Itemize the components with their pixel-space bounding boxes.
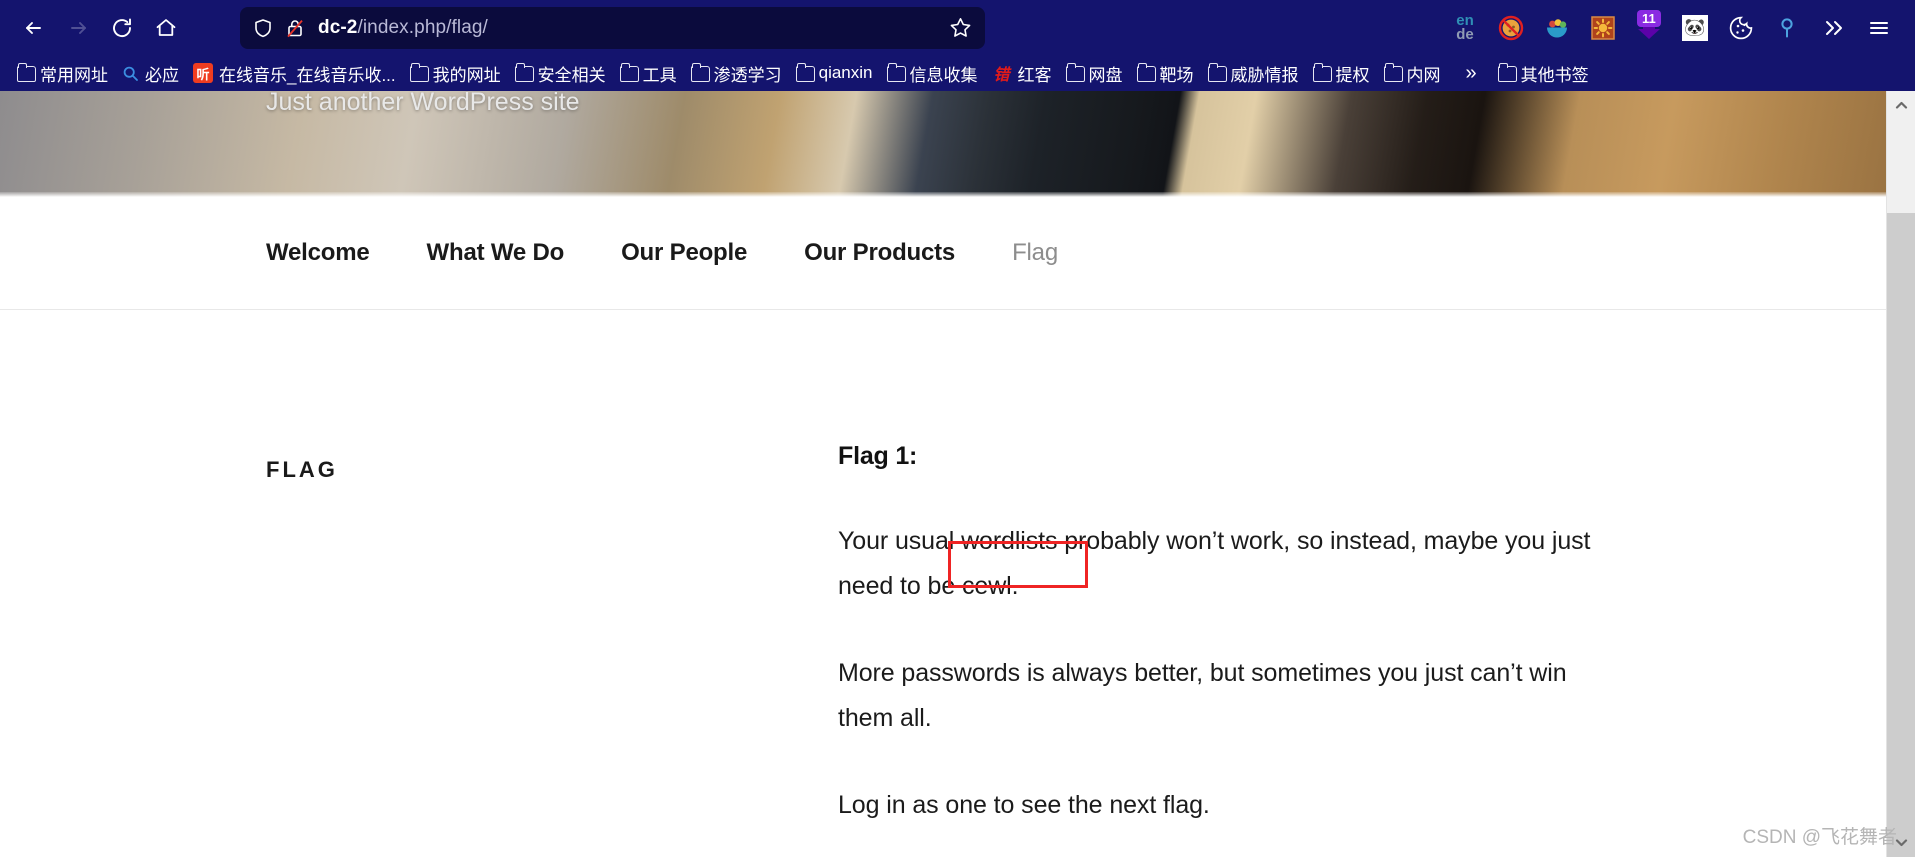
bookmark-label: 红客 <box>1017 65 1052 85</box>
bookmarks-overflow-chevron-icon[interactable]: » <box>1466 62 1477 85</box>
flag-paragraph-1: Your usual wordlists probably won’t work… <box>838 527 1591 600</box>
orange-sun-extension-icon[interactable] <box>1583 8 1623 48</box>
bookmark-item-gongju[interactable]: 工具 <box>613 59 684 88</box>
bookmark-label: 提权 <box>1335 65 1370 85</box>
other-bookmarks-folder[interactable]: 其他书签 <box>1491 59 1596 88</box>
flag-paragraph-3: Log in as one to see the next flag. <box>838 791 1210 819</box>
bookmark-item-xinxishouji[interactable]: 信息收集 <box>880 59 985 88</box>
folder-icon <box>690 63 710 82</box>
content-left-column: FLAG <box>266 442 838 857</box>
page-title: FLAG <box>266 456 338 482</box>
site-nav-item-our-products[interactable]: Our Products <box>804 239 955 267</box>
folder-icon <box>795 63 815 82</box>
bookmark-item-biying[interactable]: 必应 <box>115 59 186 88</box>
site-nav-item-our-people[interactable]: Our People <box>621 239 747 267</box>
scrollbar-thumb[interactable] <box>1887 213 1915 857</box>
bookmark-item-changyongwangzhi[interactable]: 常用网址 <box>10 59 115 88</box>
page-canvas: Just another WordPress site Welcome What… <box>0 91 1886 857</box>
fruit-bowl-extension-icon[interactable] <box>1537 8 1577 48</box>
bookmark-item-wangpan[interactable]: 网盘 <box>1059 59 1130 88</box>
downloads-badge: 11 <box>1637 9 1661 27</box>
bookmark-item-hongke[interactable]: 错 红客 <box>985 59 1059 88</box>
folder-icon <box>1207 63 1227 82</box>
bookmark-item-weixieqingbao[interactable]: 威胁情报 <box>1201 59 1306 88</box>
csdn-watermark: CSDN @飞花舞者 <box>1742 827 1897 848</box>
location-pin-extension-icon[interactable] <box>1767 8 1807 48</box>
page-content: FLAG Flag 1: Your usual wordlists probab… <box>0 310 1886 857</box>
url-host: dc-2 <box>318 16 358 38</box>
search-icon <box>122 65 139 82</box>
bookmark-item-neiwang[interactable]: 内网 <box>1377 59 1448 88</box>
app-menu-button[interactable] <box>1859 8 1899 48</box>
hongke-icon: 错 <box>993 67 1010 84</box>
bookmark-label: 我的网址 <box>432 65 501 85</box>
site-tagline: Just another WordPress site <box>266 91 580 116</box>
bookmark-label: 在线音乐_在线音乐收... <box>219 65 396 85</box>
page-scrollbar[interactable] <box>1886 91 1915 857</box>
site-nav-item-flag[interactable]: Flag <box>1012 239 1058 267</box>
bookmark-label: 网盘 <box>1088 65 1123 85</box>
bookmark-label: 常用网址 <box>40 65 108 85</box>
reload-button[interactable] <box>100 6 144 50</box>
back-button[interactable] <box>12 6 56 50</box>
bookmark-label: 工具 <box>642 65 677 85</box>
toolbar-overflow-button[interactable] <box>1813 8 1853 48</box>
flag-paragraph-2: More passwords is always better, but som… <box>838 659 1567 732</box>
url-path: /index.php/flag/ <box>357 16 488 38</box>
folder-icon <box>886 63 906 82</box>
bookmark-label: 信息收集 <box>909 65 978 85</box>
site-nav-item-what-we-do[interactable]: What We Do <box>427 239 565 267</box>
cookie-extension-icon[interactable] <box>1721 8 1761 48</box>
panda-glyph: 🐼 <box>1682 14 1708 41</box>
bookmark-label: 威胁情报 <box>1230 65 1299 85</box>
browser-toolbar: dc-2/index.php/flag/ en de 11 🐼 <box>0 0 1915 55</box>
bookmark-item-wodewangzhi[interactable]: 我的网址 <box>403 59 508 88</box>
url-text[interactable]: dc-2/index.php/flag/ <box>318 17 940 39</box>
page-viewport: Just another WordPress site Welcome What… <box>0 91 1915 857</box>
bookmark-item-tiquan[interactable]: 提权 <box>1306 59 1377 88</box>
url-bar[interactable]: dc-2/index.php/flag/ <box>240 6 985 49</box>
bookmark-label: 靶场 <box>1159 65 1194 85</box>
bookmark-label: 渗透学习 <box>713 65 782 85</box>
shield-icon <box>252 17 274 39</box>
site-hero-banner: Just another WordPress site <box>0 91 1886 197</box>
folder-icon <box>1136 63 1156 82</box>
panda-extension-icon[interactable]: 🐼 <box>1675 8 1715 48</box>
ting-icon: 听 <box>193 63 213 83</box>
ende-translate-extension-icon[interactable]: en de <box>1445 8 1485 48</box>
bookmarks-bar: 常用网址 必应 听 在线音乐_在线音乐收... 我的网址 安全相关 工具 渗透学… <box>0 55 1915 91</box>
browser-chrome: dc-2/index.php/flag/ en de 11 🐼 常用网址 必应 … <box>0 0 1915 91</box>
bookmark-label: qianxin <box>818 63 873 82</box>
folder-icon <box>1065 63 1085 82</box>
site-navigation: Welcome What We Do Our People Our Produc… <box>0 197 1886 310</box>
bookmark-item-shentouxuexi[interactable]: 渗透学习 <box>684 59 789 88</box>
home-button[interactable] <box>144 6 188 50</box>
bookmark-item-anquanxiangguan[interactable]: 安全相关 <box>508 59 613 88</box>
bookmark-item-online-music[interactable]: 听 在线音乐_在线音乐收... <box>186 59 403 88</box>
folder-icon <box>1383 63 1403 82</box>
bookmark-label: 其他书签 <box>1520 65 1589 85</box>
forward-button[interactable] <box>56 6 100 50</box>
site-nav-item-welcome[interactable]: Welcome <box>266 239 370 267</box>
lock-crossed-icon[interactable] <box>284 17 306 39</box>
bookmark-item-bachang[interactable]: 靶场 <box>1130 59 1201 88</box>
folder-icon <box>514 63 534 82</box>
toolbar-extension-icons: en de 11 🐼 <box>1445 8 1903 48</box>
no-cookie-extension-icon[interactable] <box>1491 8 1531 48</box>
folder-icon <box>1312 63 1332 82</box>
bookmark-label: 内网 <box>1406 65 1441 85</box>
folder-icon <box>17 63 36 82</box>
downloads-button[interactable]: 11 <box>1629 8 1669 48</box>
bookmark-label: 安全相关 <box>537 65 606 85</box>
bookmark-star-icon[interactable] <box>948 15 973 40</box>
content-right-column: Flag 1: Your usual wordlists probably wo… <box>838 442 1608 857</box>
folder-icon <box>409 63 429 82</box>
bookmark-item-qianxin[interactable]: qianxin <box>789 61 880 85</box>
folder-icon <box>1497 63 1517 82</box>
folder-icon <box>619 63 639 82</box>
scrollbar-up-arrow-icon[interactable] <box>1887 91 1915 120</box>
bookmark-label: 必应 <box>145 65 179 85</box>
flag-heading: Flag 1: <box>838 442 918 470</box>
